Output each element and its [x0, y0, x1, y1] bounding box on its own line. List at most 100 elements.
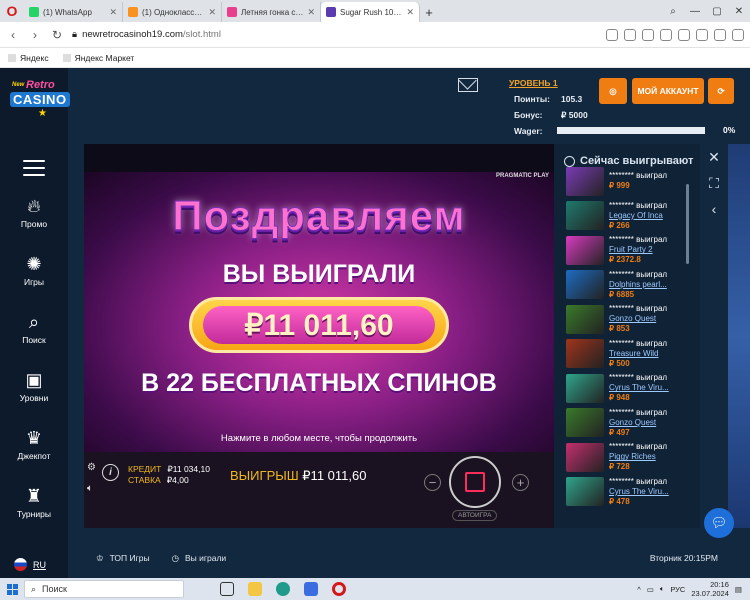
url-field[interactable]: 🔒︎ newretrocasinoh19.com/slot.html	[72, 29, 598, 40]
game-thumbnail[interactable]	[566, 373, 604, 403]
winner-item[interactable]: ******** выиграл ₽ 999	[566, 164, 688, 199]
increase-bet-button[interactable]: +	[512, 474, 529, 491]
winner-game-link[interactable]: Gonzo Quest	[609, 314, 685, 324]
reload-icon[interactable]: ↻	[50, 28, 64, 42]
level-link[interactable]: УРОВЕНЬ 1	[509, 78, 558, 88]
close-tab-icon[interactable]: ✕	[208, 7, 216, 18]
winners-scrollbar[interactable]	[686, 184, 689, 264]
forward-icon[interactable]: ›	[28, 28, 42, 42]
game-thumbnail[interactable]	[566, 166, 604, 196]
sidebar-item-games[interactable]: ✺ Игры	[0, 254, 68, 287]
close-window-icon[interactable]: ✕	[728, 0, 750, 22]
download-icon[interactable]	[642, 28, 654, 41]
winner-item[interactable]: ******** выиграл Fruit Party 2 ₽ 2372.8	[566, 233, 688, 268]
tab-sugar-rush[interactable]: Sugar Rush 1000 - New ✕	[321, 2, 420, 22]
taskbar-apps	[220, 582, 346, 596]
winner-item[interactable]: ******** выиграл Legacy Of Inca ₽ 266	[566, 199, 688, 234]
opera-menu-icon[interactable]: O	[0, 0, 24, 22]
tray-chevron-icon[interactable]: ^	[637, 585, 641, 594]
volume-icon[interactable]: 🔈︎	[660, 584, 665, 594]
bookmark-yandex[interactable]: Яндекс	[8, 53, 49, 63]
taskbar-search[interactable]: ⌕ Поиск	[24, 580, 184, 598]
bookmark-icon[interactable]	[696, 28, 708, 41]
game-thumbnail[interactable]	[566, 408, 604, 438]
game-thumbnail[interactable]	[566, 442, 604, 472]
winner-item[interactable]: ******** выиграл Gonzo Quest ₽ 853	[566, 302, 688, 337]
winner-game-link[interactable]: Cyrus The Viru...	[609, 487, 685, 497]
heart-icon[interactable]	[678, 28, 690, 41]
winner-item[interactable]: ******** выиграл Cyrus The Viru... ₽ 948	[566, 371, 688, 406]
close-tab-icon[interactable]: ✕	[406, 7, 414, 18]
winner-item[interactable]: ******** выиграл Treasure Wild ₽ 500	[566, 337, 688, 372]
winner-item[interactable]: ******** выигралZeus vs Hades ...₽ 7200	[566, 509, 688, 510]
slot-game-frame[interactable]: PRAGMATIC PLAY Поздравляем ВЫ ВЫИГРАЛИ ₽…	[84, 144, 554, 528]
winner-game-link[interactable]: Gonzo Quest	[609, 418, 685, 428]
sound-icon[interactable]: 🔈︎	[87, 483, 96, 494]
winner-game-link[interactable]: Treasure Wild	[609, 349, 685, 359]
share-icon[interactable]	[606, 28, 618, 41]
extensions-icon[interactable]	[714, 28, 726, 41]
winner-item[interactable]: ******** выиграл Piggy Riches ₽ 728	[566, 440, 688, 475]
winner-game-link[interactable]: Piggy Riches	[609, 452, 685, 462]
game-thumbnail[interactable]	[566, 270, 604, 300]
windows-start-icon[interactable]	[0, 583, 24, 595]
sidebar-item-jackpot[interactable]: ♛ Джекпот	[0, 428, 68, 461]
settings-icon[interactable]: ⚙	[87, 462, 96, 473]
shield-icon[interactable]	[660, 28, 672, 41]
camera-icon[interactable]	[624, 28, 636, 41]
notifications-icon[interactable]: ▤	[735, 585, 742, 594]
winner-item[interactable]: ******** выиграл Cyrus The Viru... ₽ 478	[566, 475, 688, 510]
sidebar-item-search[interactable]: ⌕ Поиск	[0, 312, 68, 345]
info-icon[interactable]: i	[102, 464, 119, 481]
game-thumbnail[interactable]	[566, 235, 604, 265]
taskbar-clock[interactable]: 20:16 23.07.2024	[691, 580, 729, 598]
profile-icon[interactable]	[732, 28, 744, 41]
close-icon[interactable]: ✕	[700, 144, 728, 170]
back-icon[interactable]: ‹	[6, 28, 20, 42]
refresh-button[interactable]: ⟳	[708, 78, 734, 104]
winner-item[interactable]: ******** выиграл Dolphins pearl... ₽ 6885	[566, 268, 688, 303]
tab-summer-race[interactable]: Летняя гонка скрином ✕	[222, 2, 321, 22]
autoplay-button[interactable]: АВТОИГРА	[452, 510, 498, 521]
sidebar-item-levels[interactable]: ▣ Уровни	[0, 370, 68, 403]
maximize-icon[interactable]: ▢	[706, 0, 728, 22]
edge-icon[interactable]	[276, 582, 290, 596]
collapse-icon[interactable]: ‹	[700, 196, 728, 222]
opera-icon[interactable]	[332, 582, 346, 596]
top-games-link[interactable]: ♔ ТОП Игры	[96, 553, 150, 564]
game-thumbnail[interactable]	[566, 339, 604, 369]
game-thumbnail[interactable]	[566, 304, 604, 334]
close-tab-icon[interactable]: ✕	[307, 7, 315, 18]
bookmark-yandex-market[interactable]: Яндекс Маркет	[62, 53, 134, 63]
battery-icon[interactable]: ▭	[647, 585, 654, 594]
spin-button[interactable]	[449, 456, 501, 508]
recently-played-link[interactable]: ◷ Вы играли	[172, 553, 227, 564]
file-explorer-icon[interactable]	[248, 582, 262, 596]
fullscreen-icon[interactable]: ⛶	[700, 170, 728, 196]
task-view-icon[interactable]	[220, 582, 234, 596]
close-tab-icon[interactable]: ✕	[109, 7, 117, 18]
envelope-icon[interactable]	[458, 78, 478, 92]
winner-item[interactable]: ******** выиграл Gonzo Quest ₽ 497	[566, 406, 688, 441]
new-tab-button[interactable]: +	[420, 2, 438, 22]
chat-button[interactable]: 💬︎	[704, 508, 734, 538]
game-thumbnail[interactable]	[566, 477, 604, 507]
my-account-button[interactable]: МОЙ АККАУНТ	[632, 78, 704, 104]
winner-game-link[interactable]: Fruit Party 2	[609, 245, 685, 255]
store-icon[interactable]	[304, 582, 318, 596]
minimize-icon[interactable]: —	[684, 0, 706, 22]
coins-button[interactable]: ◎	[599, 78, 627, 104]
game-thumbnail[interactable]	[566, 201, 604, 231]
winner-game-link[interactable]: Dolphins pearl...	[609, 280, 685, 290]
winner-game-link[interactable]: Cyrus The Viru...	[609, 383, 685, 393]
tab-odnoklassniki[interactable]: (1) Одноклассники ✕	[123, 2, 222, 22]
hamburger-menu-icon[interactable]	[23, 160, 45, 176]
winner-game-link[interactable]: Legacy Of Inca	[609, 211, 685, 221]
language-selector[interactable]: RU	[14, 558, 46, 571]
sidebar-item-promo[interactable]: 🔥︎ Промо	[0, 196, 68, 229]
decrease-bet-button[interactable]: −	[424, 474, 441, 491]
keyboard-language[interactable]: РУС	[670, 585, 685, 594]
search-tabs-icon[interactable]: ⌕	[662, 0, 684, 22]
tab-whatsapp[interactable]: (1) WhatsApp ✕	[24, 2, 123, 22]
sidebar-item-tournaments[interactable]: ♜ Турниры	[0, 486, 68, 519]
